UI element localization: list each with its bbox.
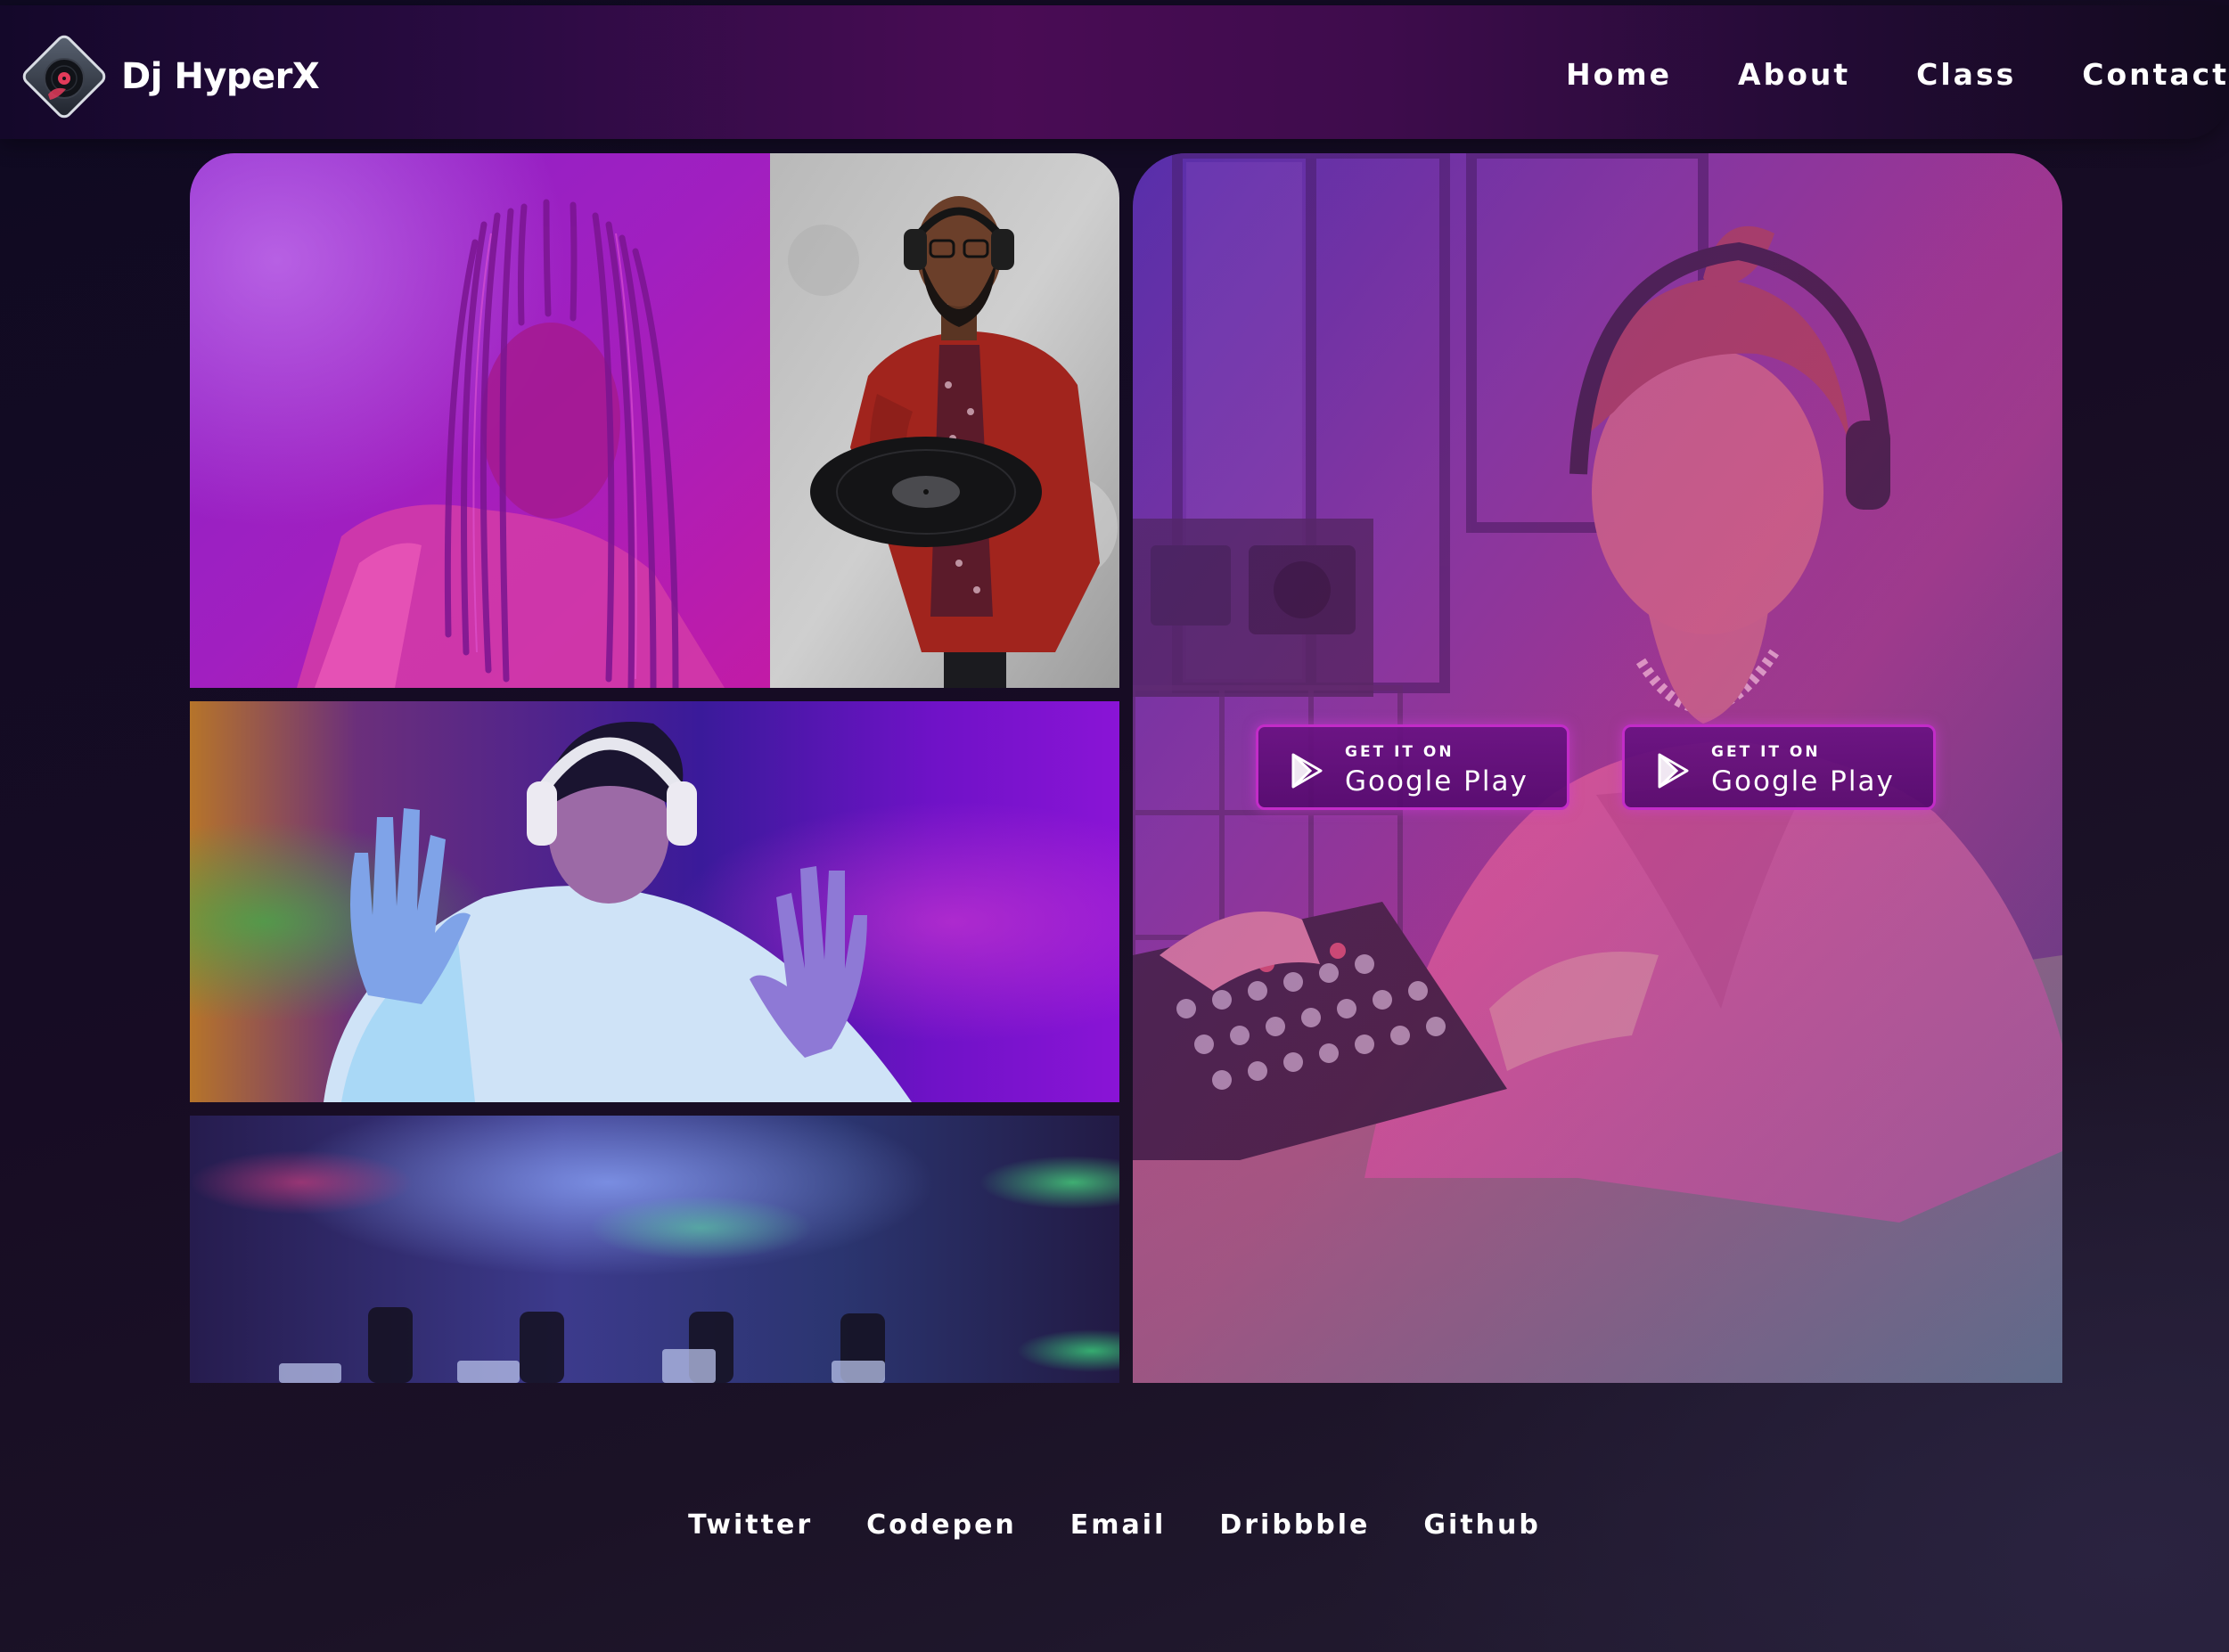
footer-link-twitter[interactable]: Twitter	[688, 1509, 813, 1541]
footer-links: Twitter Codepen Email Dribbble Github	[0, 1509, 2229, 1541]
store-name-text: Google Play	[1345, 765, 1528, 797]
footer-link-dribbble[interactable]: Dribbble	[1219, 1509, 1370, 1541]
google-play-button-2[interactable]: GET IT ON Google Play	[1622, 724, 1936, 810]
google-play-button-1[interactable]: GET IT ON Google Play	[1256, 724, 1569, 810]
photo-blurred-mixer-knobs	[190, 1116, 1119, 1383]
store-name-text: Google Play	[1711, 765, 1895, 797]
nav-about[interactable]: About	[1738, 57, 1850, 92]
store-small-text: GET IT ON	[1345, 743, 1455, 761]
nav-contact[interactable]: Contact	[2082, 57, 2229, 92]
photo-woman-braids-purple-light	[190, 153, 770, 688]
nav-home[interactable]: Home	[1566, 57, 1672, 92]
gallery-tile-3	[190, 701, 1119, 1102]
footer-link-github[interactable]: Github	[1423, 1509, 1540, 1541]
photo-man-headphones-holding-vinyl	[770, 153, 1119, 688]
gallery-tile-2	[770, 153, 1119, 688]
gallery-tile-1	[190, 153, 770, 688]
google-play-icon	[1658, 753, 1689, 789]
gallery-tile-4	[190, 1116, 1119, 1383]
logo[interactable]: Dj HyperX	[14, 27, 320, 127]
main-nav: Home About Class Contact	[1500, 57, 2229, 92]
footer-link-codepen[interactable]: Codepen	[866, 1509, 1017, 1541]
vinyl-disc-logo-icon	[22, 35, 106, 119]
footer-link-email[interactable]: Email	[1070, 1509, 1167, 1541]
brand-name: Dj HyperX	[121, 56, 320, 97]
google-play-icon	[1291, 753, 1323, 789]
nav-class[interactable]: Class	[1916, 57, 2016, 92]
photo-man-headphones-dancing	[190, 701, 1119, 1102]
site-header: Dj HyperX Home About Class Contact	[0, 5, 2229, 139]
store-small-text: GET IT ON	[1711, 743, 1821, 761]
